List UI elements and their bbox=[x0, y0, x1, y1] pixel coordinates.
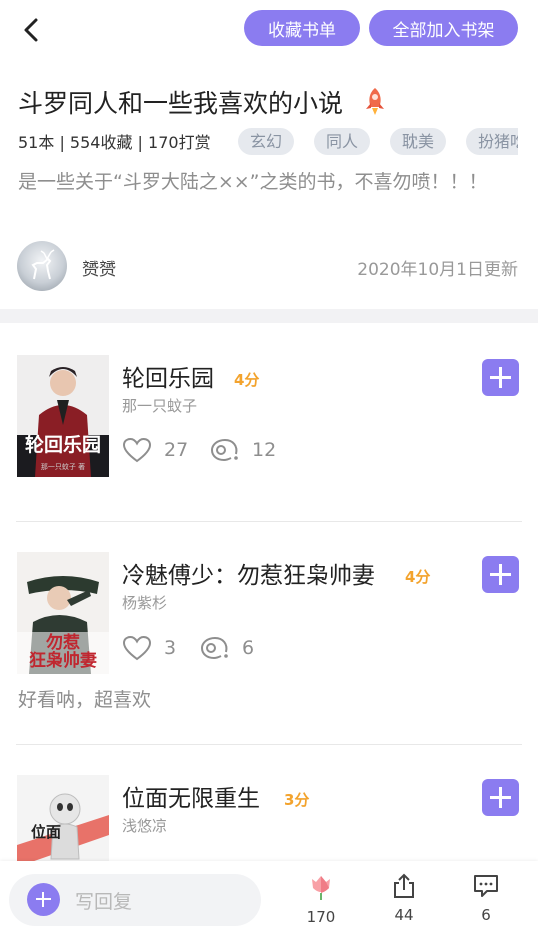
flower-button[interactable]: 170 bbox=[296, 873, 346, 926]
share-button[interactable]: 44 bbox=[379, 873, 429, 924]
book-cover[interactable]: 轮回乐园 那一只蚊子 著 bbox=[17, 355, 109, 477]
plus-icon[interactable] bbox=[27, 883, 60, 916]
book-author: 浅悠凉 bbox=[122, 817, 168, 835]
book-author: 那一只蚊子 bbox=[122, 397, 198, 415]
book-cover[interactable]: 勿惹 狂枭帅妻 bbox=[17, 552, 109, 674]
tag[interactable]: 玄幻 bbox=[238, 128, 295, 155]
reply-placeholder: 写回复 bbox=[75, 891, 133, 913]
reply-input[interactable]: 写回复 bbox=[9, 874, 261, 926]
add-to-shelf-button[interactable] bbox=[482, 556, 519, 593]
booklist-author[interactable]: 赟赟 bbox=[82, 255, 116, 280]
book-title[interactable]: 冷魅傅少：勿惹狂枭帅妻 bbox=[122, 556, 375, 590]
tag[interactable]: 耽美 bbox=[390, 128, 447, 155]
share-icon bbox=[394, 873, 414, 898]
avatar[interactable] bbox=[17, 241, 67, 291]
heart-icon bbox=[122, 437, 152, 463]
comment-count: 12 bbox=[252, 439, 277, 461]
deer-silhouette-icon bbox=[31, 249, 55, 280]
book-title[interactable]: 轮回乐园 bbox=[122, 359, 214, 393]
book-author: 杨紫杉 bbox=[122, 594, 168, 612]
section-separator bbox=[0, 309, 538, 323]
booklist-title: 斗罗同人和一些我喜欢的小说 bbox=[18, 89, 344, 118]
flower-count: 170 bbox=[306, 908, 336, 926]
favorite-booklist-button[interactable]: 收藏书单 bbox=[244, 10, 360, 46]
back-arrow-icon[interactable] bbox=[18, 16, 46, 44]
comment-bubble-icon bbox=[200, 636, 228, 660]
top-bar: 收藏书单 全部加入书架 bbox=[0, 0, 538, 58]
like-action[interactable]: 3 bbox=[122, 635, 176, 661]
book-note: 好看呐，超喜欢 bbox=[18, 689, 152, 711]
like-action[interactable]: 27 bbox=[122, 437, 188, 463]
tag[interactable]: 扮猪吃 bbox=[466, 128, 518, 155]
book-score: 3分 bbox=[284, 791, 310, 809]
comment-action[interactable]: 12 bbox=[210, 437, 276, 463]
update-date: 2020年10月1日更新 bbox=[357, 260, 518, 280]
tulip-icon bbox=[312, 876, 330, 900]
book-score: 4分 bbox=[234, 371, 260, 389]
tag[interactable]: 同人 bbox=[314, 128, 371, 155]
add-to-shelf-button[interactable] bbox=[482, 359, 519, 396]
svg-text:勿惹: 勿惹 bbox=[45, 632, 80, 653]
comment-count: 6 bbox=[242, 637, 255, 659]
book-title[interactable]: 位面无限重生 bbox=[122, 779, 260, 813]
message-icon bbox=[474, 875, 498, 897]
rocket-icon bbox=[366, 88, 384, 115]
svg-text:那一只蚊子 著: 那一只蚊子 著 bbox=[41, 462, 85, 471]
divider bbox=[16, 744, 522, 745]
comment-action[interactable]: 6 bbox=[200, 635, 254, 661]
booklist-stats: 51本 | 554收藏 | 170打赏 bbox=[18, 133, 211, 152]
comment-bubble-icon bbox=[210, 438, 238, 462]
svg-text:轮回乐园: 轮回乐园 bbox=[25, 433, 101, 456]
booklist-description: 是一些关于“斗罗大陆之××”之类的书，不喜勿喷！！！ bbox=[18, 171, 488, 193]
add-all-to-shelf-button[interactable]: 全部加入书架 bbox=[369, 10, 518, 46]
bottom-bar: 写回复 170 44 6 bbox=[0, 861, 538, 929]
like-count: 3 bbox=[164, 637, 177, 659]
add-to-shelf-button[interactable] bbox=[482, 779, 519, 816]
like-count: 27 bbox=[164, 439, 189, 461]
book-score: 4分 bbox=[405, 568, 431, 586]
comments-count: 6 bbox=[481, 906, 491, 924]
divider bbox=[16, 521, 522, 522]
comments-button[interactable]: 6 bbox=[461, 873, 511, 924]
svg-text:位面: 位面 bbox=[31, 823, 61, 841]
tag-list: 玄幻同人耽美扮猪吃 bbox=[238, 128, 518, 156]
share-count: 44 bbox=[394, 906, 414, 924]
svg-text:狂枭帅妻: 狂枭帅妻 bbox=[29, 650, 97, 671]
heart-icon bbox=[122, 635, 152, 661]
